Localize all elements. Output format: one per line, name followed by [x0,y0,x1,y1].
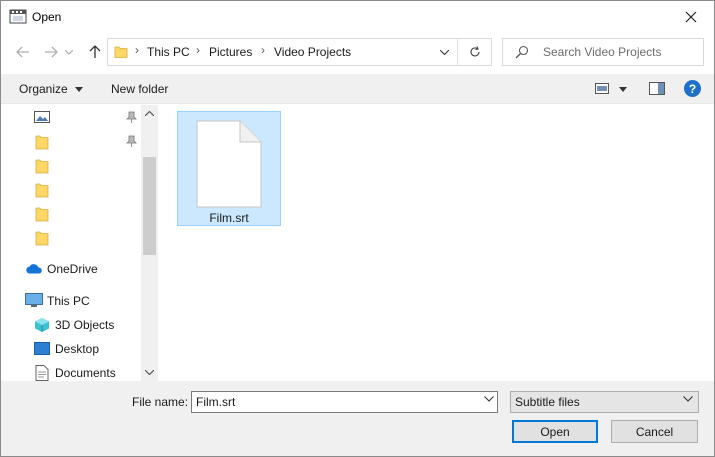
documents-icon [35,365,49,381]
desktop-icon [34,342,50,355]
breadcrumb-separator-icon: › [261,43,265,57]
file-name-label: File name: [132,395,189,409]
forward-arrow-icon [45,46,58,58]
pin-icon [126,135,137,147]
address-bar[interactable]: › This PC › Pictures › Video Projects [107,38,492,66]
folder-icon [35,183,49,198]
nav-item-folder[interactable] [1,131,141,153]
nav-label-3d-objects: 3D Objects [55,318,115,332]
refresh-button[interactable] [457,39,491,65]
open-button[interactable]: Open [512,420,598,443]
search-box[interactable]: Search Video Projects [502,38,704,66]
cancel-button[interactable]: Cancel [611,420,698,443]
close-icon [685,11,697,23]
folder-icon [114,46,128,58]
3d-objects-icon [35,318,49,332]
nav-item-desktop[interactable]: Desktop [1,338,141,360]
scroll-down-button[interactable] [141,364,158,381]
help-icon[interactable]: ? [684,80,701,97]
folder-icon [35,135,49,150]
scroll-up-button[interactable] [141,105,158,122]
onedrive-icon [26,264,42,274]
breadcrumb-video-projects[interactable]: Video Projects [274,45,351,59]
breadcrumb-separator-icon: › [135,43,139,57]
file-name-input[interactable]: Film.srt [191,391,498,413]
chevron-down-icon [683,396,693,402]
view-options-icon[interactable] [595,83,609,94]
this-pc-icon [25,293,43,307]
chevron-down-icon [439,49,449,55]
scroll-thumb[interactable] [143,157,156,255]
nav-item-pictures[interactable] [1,107,141,129]
nav-item-folder[interactable] [1,155,141,177]
nav-label-documents: Documents [55,366,116,380]
chevron-up-icon [145,111,154,116]
chevron-down-icon [145,370,154,375]
nav-label-this-pc: This PC [47,294,90,308]
pin-icon [126,111,137,123]
nav-item-folder[interactable] [1,227,141,249]
blank-file-icon [196,120,262,208]
command-bar: Organize New folder ? [1,74,714,104]
svg-text:?: ? [689,82,696,96]
close-button[interactable] [668,1,714,33]
file-list[interactable]: Film.srt [159,105,714,381]
up-button[interactable] [83,41,107,63]
search-placeholder: Search Video Projects [543,45,662,59]
open-dialog: Open › This PC › Pictures › Video Projec… [0,0,715,457]
nav-item-folder[interactable] [1,179,141,201]
pictures-icon [34,111,50,123]
folder-icon [35,231,49,246]
recent-locations-button[interactable] [61,41,77,63]
chevron-down-icon [65,49,73,55]
nav-label-onedrive: OneDrive [47,262,98,276]
title-bar: Open [1,1,714,33]
nav-scrollbar[interactable] [141,105,158,381]
address-dropdown-button[interactable] [433,39,455,65]
chevron-down-icon [75,87,84,93]
folder-icon [35,207,49,222]
organize-label: Organize [19,82,68,96]
back-button[interactable] [11,41,35,63]
up-arrow-icon [89,45,101,58]
new-folder-button[interactable]: New folder [111,82,168,96]
folder-icon [35,159,49,174]
file-name-label: Film.srt [209,211,249,225]
file-type-value: Subtitle files [515,395,580,409]
breadcrumb-separator-icon: › [196,43,200,57]
file-name-value: Film.srt [196,395,236,409]
breadcrumb-this-pc[interactable]: This PC [147,45,190,59]
breadcrumb-pictures[interactable]: Pictures [209,45,252,59]
app-icon [9,9,27,24]
forward-button[interactable] [39,41,63,63]
organize-button[interactable]: Organize [19,82,84,96]
nav-item-this-pc[interactable]: This PC [1,290,141,312]
nav-item-3d-objects[interactable]: 3D Objects [1,314,141,336]
view-dropdown-icon[interactable] [619,87,627,92]
chevron-down-icon[interactable] [484,396,494,402]
navigation-pane: OneDrive This PC 3D Objects Desktop Docu… [1,105,158,381]
nav-item-onedrive[interactable]: OneDrive [1,258,141,280]
refresh-icon [470,46,480,57]
back-arrow-icon [16,46,29,58]
nav-item-folder[interactable] [1,203,141,225]
file-type-select[interactable]: Subtitle files [510,391,699,413]
bottom-panel: File name: Film.srt Subtitle files Open … [1,381,714,456]
file-item[interactable]: Film.srt [177,111,281,226]
preview-pane-icon[interactable] [649,82,665,95]
window-title: Open [32,10,62,24]
search-icon [515,45,529,59]
nav-label-desktop: Desktop [55,342,100,356]
